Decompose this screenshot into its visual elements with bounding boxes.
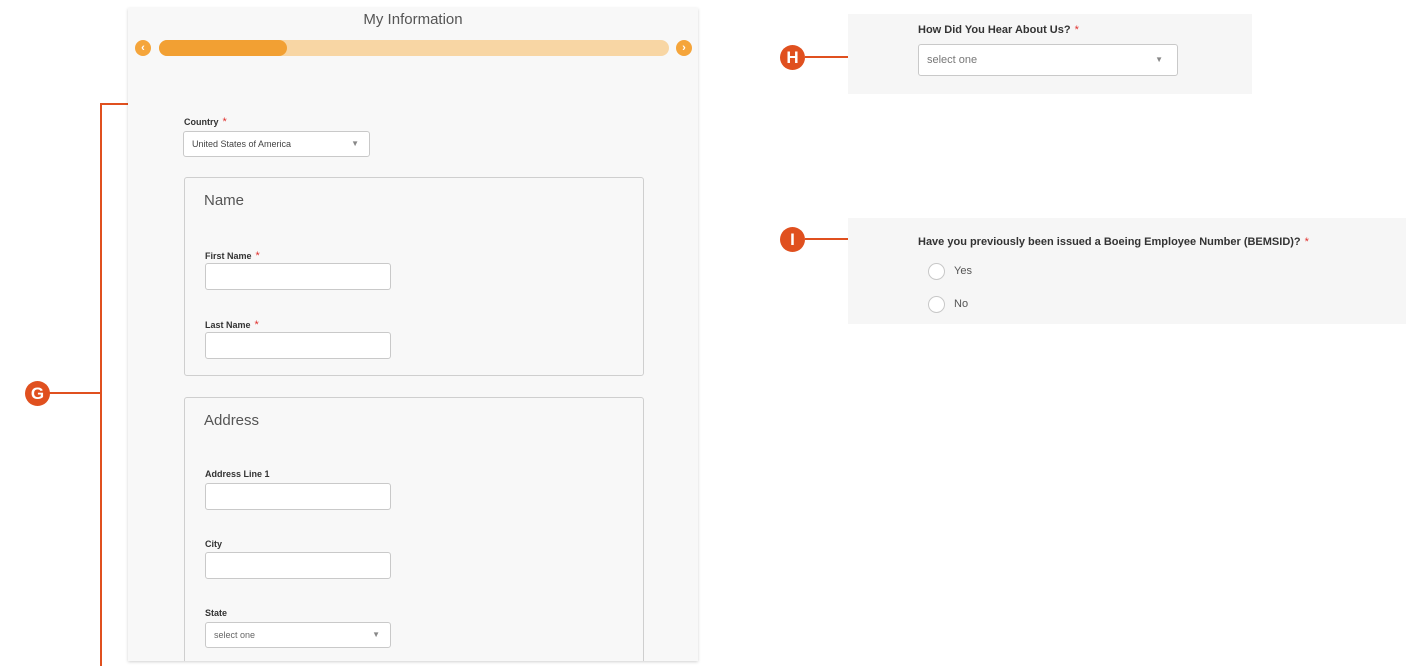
state-select[interactable]: select one ▼ [205, 622, 391, 648]
address-card: Address Address Line 1 City State select… [184, 397, 644, 661]
bemsid-panel: Have you previously been issued a Boeing… [848, 218, 1406, 324]
chevron-right-icon[interactable]: › [676, 40, 692, 56]
address-section-title: Address [204, 412, 260, 429]
last-name-label: Last Name * [205, 319, 259, 331]
state-placeholder: select one [214, 630, 256, 640]
hear-about-us-label: How Did You Hear About Us? * [918, 24, 1079, 36]
progress-fill [159, 40, 287, 56]
country-value: United States of America [192, 139, 292, 149]
dropdown-caret-icon: ▼ [1155, 55, 1163, 64]
my-information-panel: My Information ‹ › Country * United State… [128, 8, 698, 661]
dropdown-caret-icon: ▼ [351, 139, 359, 148]
first-name-input[interactable] [205, 263, 391, 290]
hear-about-us-panel: How Did You Hear About Us? * select one ▼ [848, 14, 1252, 94]
address-line-1-input[interactable] [205, 483, 391, 510]
state-label: State [205, 608, 228, 618]
city-label: City [205, 539, 223, 549]
name-section-title: Name [204, 192, 245, 209]
callout-h-badge: H [780, 45, 805, 70]
bemsid-no-radio[interactable] [928, 296, 945, 313]
callout-g-badge: G [25, 381, 50, 406]
page-title: My Information [363, 11, 463, 28]
country-select[interactable]: United States of America ▼ [183, 131, 370, 157]
address-line-1-label: Address Line 1 [205, 469, 270, 479]
city-input[interactable] [205, 552, 391, 579]
hear-about-us-placeholder: select one [927, 54, 978, 66]
bemsid-question: Have you previously been issued a Boeing… [918, 236, 1309, 248]
bemsid-no-label: No [954, 298, 969, 310]
last-name-input[interactable] [205, 332, 391, 359]
country-label: Country * [184, 116, 227, 128]
bemsid-yes-label: Yes [954, 265, 972, 277]
bemsid-yes-radio[interactable] [928, 263, 945, 280]
chevron-left-icon[interactable]: ‹ [135, 40, 151, 56]
first-name-label: First Name * [205, 250, 260, 262]
progress-bar [159, 40, 669, 56]
callout-i-badge: I [780, 227, 805, 252]
hear-about-us-select[interactable]: select one ▼ [918, 44, 1178, 76]
dropdown-caret-icon: ▼ [372, 630, 380, 639]
name-card: Name First Name * Last Name * [184, 177, 644, 376]
